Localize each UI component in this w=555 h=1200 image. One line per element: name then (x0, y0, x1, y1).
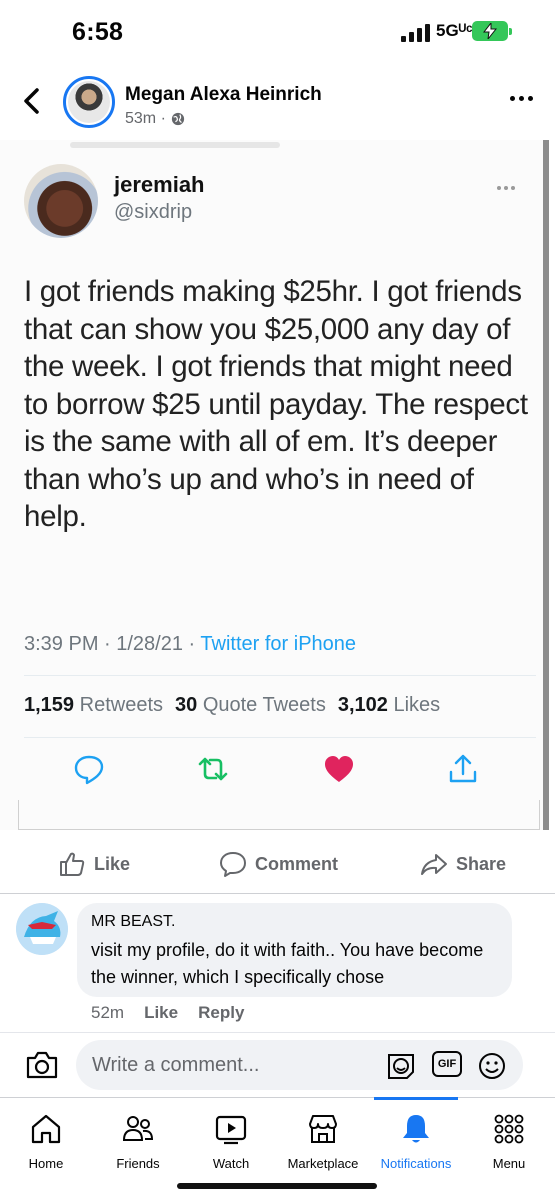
tweet-text: I got friends making $25hr. I got friend… (24, 275, 528, 533)
camera-icon[interactable] (24, 1047, 60, 1083)
comment-icon (220, 852, 246, 877)
more-options-icon[interactable] (510, 96, 533, 101)
tweet-timestamp: 3:39 PM · 1/28/21 · Twitter for iPhone (24, 633, 357, 655)
comment-bubble[interactable]: MR BEAST. visit my profile, do it with f… (77, 903, 512, 997)
reactions-bar: Like Comment Share (0, 838, 555, 894)
marketplace-icon (309, 1115, 337, 1143)
nav-marketplace[interactable]: Marketplace (273, 1106, 373, 1171)
comment-age: 52m (91, 1003, 125, 1022)
poster-avatar[interactable] (63, 76, 115, 128)
like-button[interactable]: Like (58, 850, 130, 878)
like-label: Like (94, 853, 131, 874)
share-tweet-icon (449, 754, 477, 783)
comment-button[interactable]: Comment (219, 850, 338, 878)
network-type: 5Gᵁᶜ (436, 21, 473, 40)
bell-icon (403, 1115, 429, 1143)
thumbs-up-icon (60, 852, 85, 876)
share-label: Share (456, 853, 507, 874)
share-arrow-icon (421, 854, 447, 875)
tweet-stats: 1,159 Retweets 30 Quote Tweets 3,102 Lik… (24, 694, 441, 716)
tweet-source: Twitter for iPhone (200, 633, 357, 655)
watch-icon (215, 1115, 247, 1145)
comment-text: visit my profile, do it with faith.. You… (91, 940, 484, 987)
reply-icon (74, 755, 104, 785)
nav-watch[interactable]: Watch (181, 1106, 281, 1171)
nav-menu[interactable]: Menu (459, 1106, 555, 1171)
nav-friends[interactable]: Friends (88, 1106, 188, 1171)
comment-like-button[interactable]: Like (144, 1003, 178, 1023)
comment-actions: 52m Like Reply (91, 1003, 244, 1023)
comment-reply-button[interactable]: Reply (198, 1003, 244, 1023)
nav-notifications[interactable]: Notifications (366, 1106, 466, 1171)
image-frame-edge (18, 800, 540, 830)
home-icon (31, 1114, 61, 1144)
battery-charging-icon (472, 21, 512, 41)
avatar-sticker-icon[interactable] (386, 1051, 416, 1081)
post-header: Megan Alexa Heinrich 53m · (0, 68, 555, 138)
commenter-avatar[interactable] (16, 903, 68, 955)
divider (24, 675, 536, 676)
comment-composer: GIF (0, 1032, 555, 1096)
cellular-signal-icon (401, 24, 430, 42)
tweet-action-row (0, 752, 543, 792)
status-time: 6:58 (72, 18, 124, 46)
retweet-icon (198, 757, 228, 781)
tweet-author-handle: @sixdrip (114, 201, 193, 223)
nav-home[interactable]: Home (0, 1106, 96, 1171)
post-age: 53m · (125, 110, 166, 127)
tweet-avatar (24, 164, 98, 238)
emoji-icon[interactable] (477, 1051, 507, 1081)
comment-author[interactable]: MR BEAST. (91, 913, 498, 931)
friends-icon (122, 1116, 154, 1141)
tweet-author-name: jeremiah (114, 172, 205, 197)
cropped-text-strip (70, 142, 280, 148)
globe-icon (171, 112, 185, 126)
gif-button[interactable]: GIF (432, 1051, 462, 1077)
poster-name[interactable]: Megan Alexa Heinrich (125, 84, 322, 106)
tweet-more-icon (497, 186, 515, 190)
shared-tweet-image[interactable]: jeremiah @sixdrip I got friends making $… (0, 140, 549, 830)
comment-label: Comment (255, 853, 339, 874)
status-bar: 6:58 5Gᵁᶜ (0, 0, 555, 60)
divider (24, 737, 536, 738)
share-button[interactable]: Share (420, 850, 506, 878)
active-tab-indicator (374, 1097, 458, 1100)
back-icon[interactable] (20, 86, 44, 116)
menu-grid-icon (494, 1114, 524, 1144)
post-meta: 53m · (125, 110, 185, 128)
home-indicator (177, 1183, 377, 1189)
heart-icon (325, 756, 353, 782)
